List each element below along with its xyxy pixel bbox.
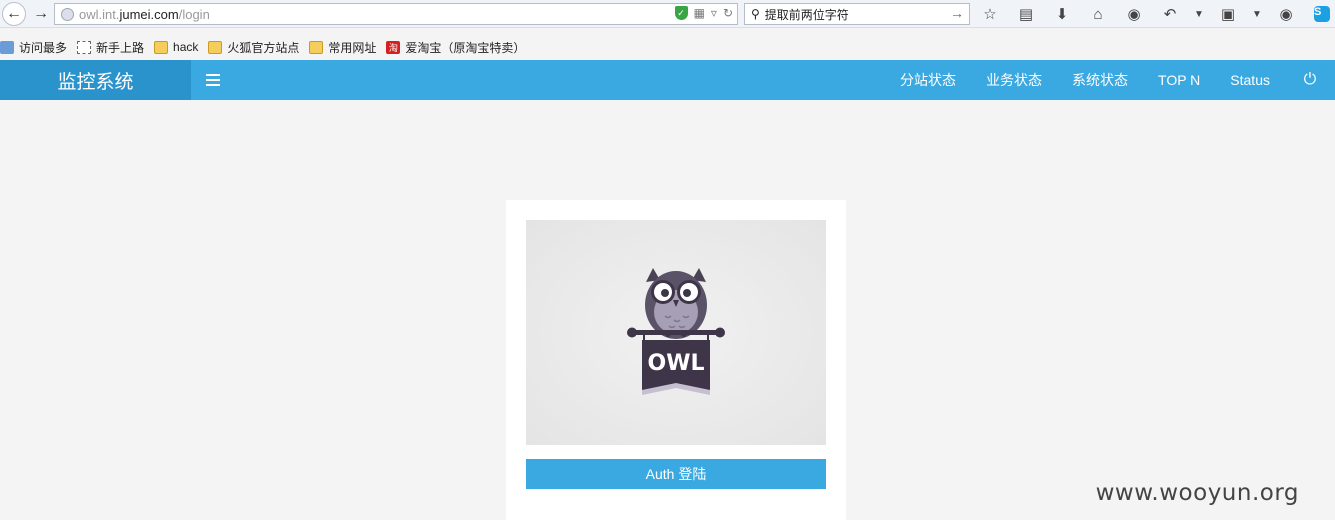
bookmarks-bar: 访问最多 新手上路 hack 火狐官方站点 常用网址 淘爱淘宝（原淘宝特卖） <box>0 36 1335 58</box>
undo-icon[interactable]: ↶ <box>1158 4 1182 24</box>
nav-status[interactable]: Status <box>1215 72 1285 88</box>
arrow-right-icon: → <box>33 5 49 22</box>
most-visited-icon <box>0 40 14 54</box>
app-header: 监控系统 分站状态 业务状态 系统状态 TOP N Status ⏻ <box>0 60 1335 100</box>
search-box[interactable]: ⚲ 提取前两位字符 → <box>744 3 970 25</box>
bookmark-label: 爱淘宝（原淘宝特卖） <box>405 40 526 55</box>
globe-icon <box>61 7 74 21</box>
bookmark-label: 访问最多 <box>19 40 68 55</box>
back-button[interactable]: ← <box>2 2 26 26</box>
folder-icon <box>309 40 324 54</box>
hamburger-menu-icon[interactable] <box>206 72 222 88</box>
bookmark-firefox-sites[interactable]: 火狐官方站点 <box>208 39 299 56</box>
nav-system-status[interactable]: 系统状态 <box>1057 70 1143 90</box>
forward-button[interactable]: → <box>30 3 52 25</box>
power-icon[interactable]: ⏻ <box>1285 71 1335 89</box>
bookmark-common-sites[interactable]: 常用网址 <box>309 39 376 56</box>
qr-code-icon[interactable]: ▦ <box>694 6 705 20</box>
skype-icon[interactable]: S <box>1310 4 1334 24</box>
bookmark-most-visited[interactable]: 访问最多 <box>0 39 67 56</box>
star-icon[interactable]: ☆ <box>978 4 1002 24</box>
folder-icon <box>154 40 169 54</box>
nav-top-n[interactable]: TOP N <box>1143 72 1215 88</box>
bookmark-taobao[interactable]: 淘爱淘宝（原淘宝特卖） <box>386 39 525 56</box>
crop-icon[interactable]: ▣ <box>1216 4 1240 24</box>
dropdown-icon[interactable]: ▼ <box>1252 4 1262 24</box>
reload-icon[interactable]: ↻ <box>723 6 733 20</box>
home-icon[interactable]: ⌂ <box>1086 4 1110 24</box>
auth-login-button[interactable]: Auth 登陆 <box>526 459 826 489</box>
search-icon: ⚲ <box>751 7 760 21</box>
search-go-icon[interactable]: → <box>950 5 964 21</box>
url-domain: jumei.com <box>119 6 179 22</box>
bookmark-label: hack <box>173 40 199 54</box>
brand-title[interactable]: 监控系统 <box>0 60 191 100</box>
shield-icon[interactable]: ✓ <box>674 6 688 20</box>
getting-started-icon <box>77 40 92 54</box>
bookmark-label: 火狐官方站点 <box>227 40 300 55</box>
owl-logo-icon: OWL <box>627 268 725 395</box>
login-card: OWL Auth 登陆 <box>506 200 846 520</box>
arrow-left-icon: ← <box>6 5 22 22</box>
top-nav: 分站状态 业务状态 系统状态 TOP N Status ⏻ <box>885 60 1335 100</box>
bookmark-getting-started[interactable]: 新手上路 <box>77 39 144 56</box>
message-icon[interactable]: ◉ <box>1274 4 1298 24</box>
download-icon[interactable]: ⬇ <box>1050 4 1074 24</box>
owl-logo-text: OWL <box>648 351 705 376</box>
bookmark-label: 新手上路 <box>96 40 145 55</box>
dropdown-icon[interactable]: ▼ <box>1194 4 1204 24</box>
folder-icon <box>208 40 223 54</box>
address-bar[interactable]: owl.int. jumei.com/login ✓ ▦ ▿ ↻ <box>54 3 738 25</box>
url-path: /login <box>178 6 210 22</box>
chat-icon[interactable]: ◉ <box>1122 4 1146 24</box>
bookmark-hack[interactable]: hack <box>154 40 198 54</box>
nav-site-status[interactable]: 分站状态 <box>885 70 971 90</box>
reading-list-icon[interactable]: ▤ <box>1014 4 1038 24</box>
owl-logo-image: OWL <box>526 220 826 445</box>
watermark-text: www.wooyun.org <box>1095 480 1299 506</box>
bookmark-label: 常用网址 <box>328 40 377 55</box>
nav-business-status[interactable]: 业务状态 <box>971 70 1057 90</box>
browser-toolbar: ← → owl.int. jumei.com/login ✓ ▦ ▿ ↻ ⚲ 提取… <box>0 0 1335 28</box>
taobao-icon: 淘 <box>386 40 401 54</box>
url-host: owl.int. <box>79 6 120 22</box>
search-text: 提取前两位字符 <box>764 7 849 22</box>
dropdown-arrow-icon[interactable]: ▿ <box>711 6 717 20</box>
